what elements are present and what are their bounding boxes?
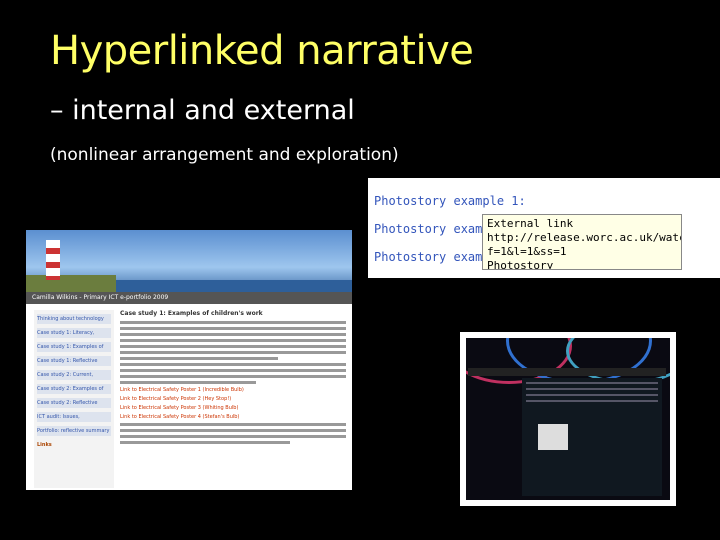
- tooltip-url-2: f=1&l=1&ss=1: [487, 245, 567, 258]
- poster-link[interactable]: Link to Electrical Safety Poster 1 (Incr…: [120, 387, 346, 393]
- lighthouse-image: [46, 240, 60, 280]
- case-heading: Case study 1: Examples of children's wor…: [120, 310, 263, 317]
- lighthouse-banner: [26, 230, 352, 292]
- slide-title: Hyperlinked narrative: [50, 28, 474, 74]
- case-nav-item[interactable]: Thinking about technology: [37, 314, 111, 324]
- case-nav-item[interactable]: Case study 1: Literacy, learning and cur…: [37, 328, 111, 338]
- case-header: Camilla Wilkins - Primary ICT e-portfoli…: [26, 292, 352, 304]
- portfolio-image: [538, 424, 568, 450]
- case-nav-item[interactable]: Case study 2: Current, planning and reso…: [37, 370, 111, 380]
- poster-link[interactable]: Link to Electrical Safety Poster 4 (Stef…: [120, 414, 346, 420]
- case-main-content: Case study 1: Examples of children's wor…: [120, 310, 346, 447]
- tooltip-title: External link: [487, 217, 574, 230]
- slide-subsubtitle: (nonlinear arrangement and exploration): [50, 145, 399, 165]
- tooltip-url-1: http://release.worc.ac.uk/watch.php?: [487, 231, 681, 244]
- external-link-tooltip: External link http://release.worc.ac.uk/…: [482, 214, 682, 270]
- case-study-screenshot: Camilla Wilkins - Primary ICT e-portfoli…: [26, 230, 352, 490]
- poster-link[interactable]: Link to Electrical Safety Poster 2 (Hey …: [120, 396, 346, 402]
- case-nav-links-heading: Links: [37, 442, 52, 448]
- case-nav-item[interactable]: Case study 2: Reflective commentary: [37, 398, 111, 408]
- case-nav-item[interactable]: ICT audit: Issues, infrastructure and re…: [37, 412, 111, 422]
- case-nav-item[interactable]: Portfolio: reflective summary: [37, 426, 111, 436]
- tooltip-url-3: Photostory: [487, 259, 554, 270]
- portfolio-screenshot: [460, 332, 676, 506]
- case-nav-item[interactable]: Case study 2: Examples of children's wor…: [37, 384, 111, 394]
- poster-link[interactable]: Link to Electrical Safety Poster 3 (Whit…: [120, 405, 346, 411]
- portfolio-content: [522, 378, 662, 496]
- portfolio-page: [466, 338, 670, 500]
- slide-subtitle: – internal and external: [50, 95, 355, 126]
- case-sidebar: Thinking about technology Case study 1: …: [34, 310, 114, 488]
- case-nav-item[interactable]: Case study 1: Examples of children's wor…: [37, 342, 111, 352]
- photostory-link-1[interactable]: Photostory example 1:: [374, 194, 526, 208]
- case-nav-item[interactable]: Case study 1: Reflective commentary: [37, 356, 111, 366]
